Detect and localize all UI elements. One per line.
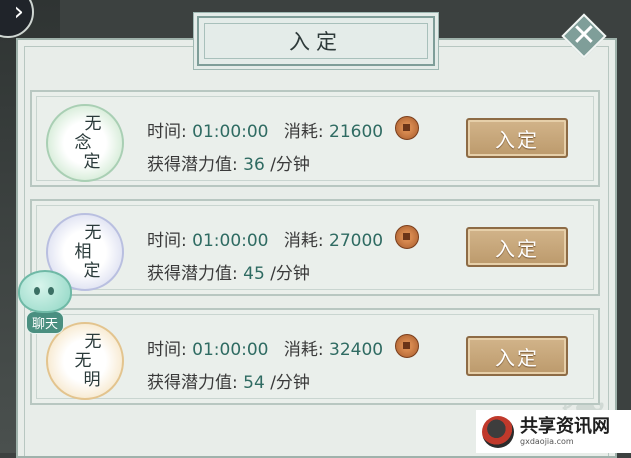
time-value: 01:00:00 (192, 231, 269, 251)
emblem-char: 无 (84, 113, 102, 134)
option-emblem: 无 念 定 (46, 104, 124, 182)
watermark-logo-icon (482, 415, 514, 448)
gain-label: 获得潜力值: (147, 373, 238, 393)
chat-button[interactable]: 聊天 (18, 270, 72, 334)
time-cost-line: 时间: 01:00:00 消耗: 21600 (147, 116, 419, 142)
cost-label: 消耗: (283, 122, 324, 142)
gain-label: 获得潜力值: (147, 264, 238, 284)
gain-line: 获得潜力值: 54 /分钟 (147, 368, 310, 393)
emblem-char: 明 (83, 369, 101, 390)
cost-value: 32400 (329, 340, 384, 360)
time-label: 时间: (147, 122, 187, 142)
gain-unit: /分钟 (270, 373, 310, 393)
emblem-char: 无 (84, 222, 102, 243)
gain-value: 36 (243, 155, 265, 175)
chat-mascot-icon (18, 270, 72, 313)
coin-icon (394, 334, 419, 358)
time-value: 01:00:00 (192, 122, 269, 142)
meditation-option: 无 无 明 时间: 01:00:00 消耗: 32400 获得潜力值: 54 /… (30, 308, 600, 405)
gain-value: 45 (243, 264, 265, 284)
meditation-option: 无 相 定 时间: 01:00:00 消耗: 27000 获得潜力值: 45 /… (30, 199, 600, 296)
cost-value: 27000 (329, 231, 384, 251)
chat-label: 聊天 (25, 311, 64, 334)
close-icon: ✕ (571, 18, 597, 53)
gain-value: 54 (243, 373, 265, 393)
site-watermark: 共享资讯网 gxdaojia.com (476, 410, 631, 453)
time-cost-line: 时间: 01:00:00 消耗: 27000 (147, 225, 419, 251)
chevron-right-icon: › (13, 0, 24, 27)
enter-meditation-button[interactable]: 入定 (466, 336, 568, 376)
gain-label: 获得潜力值: (147, 155, 238, 175)
title-plate: 入定 (197, 16, 435, 66)
gain-unit: /分钟 (270, 264, 310, 284)
emblem-char: 无 (84, 331, 102, 352)
meditation-option: 无 念 定 时间: 01:00:00 消耗: 21600 获得潜力值: 36 /… (30, 90, 600, 187)
emblem-char: 定 (83, 260, 101, 281)
enter-meditation-button[interactable]: 入定 (466, 227, 568, 267)
coin-icon (394, 225, 419, 249)
time-value: 01:00:00 (192, 340, 269, 360)
watermark-sub: gxdaojia.com (520, 437, 574, 446)
gain-line: 获得潜力值: 45 /分钟 (147, 259, 310, 284)
close-button[interactable]: ✕ (560, 12, 608, 60)
watermark-text: 共享资讯网 (520, 416, 610, 437)
emblem-char: 念 (74, 132, 92, 153)
time-label: 时间: (147, 340, 187, 360)
emblem-char: 无 (74, 350, 92, 371)
time-label: 时间: (147, 231, 187, 251)
emblem-char: 定 (83, 151, 101, 172)
emblem-char: 相 (74, 241, 92, 262)
time-cost-line: 时间: 01:00:00 消耗: 32400 (147, 334, 419, 360)
coin-icon (394, 116, 419, 140)
cost-label: 消耗: (283, 231, 324, 251)
gain-line: 获得潜力值: 36 /分钟 (147, 150, 310, 175)
cost-value: 21600 (329, 122, 384, 142)
gain-unit: /分钟 (270, 155, 310, 175)
enter-meditation-button[interactable]: 入定 (466, 118, 568, 158)
page-title: 入定 (289, 30, 343, 54)
cost-label: 消耗: (283, 340, 324, 360)
